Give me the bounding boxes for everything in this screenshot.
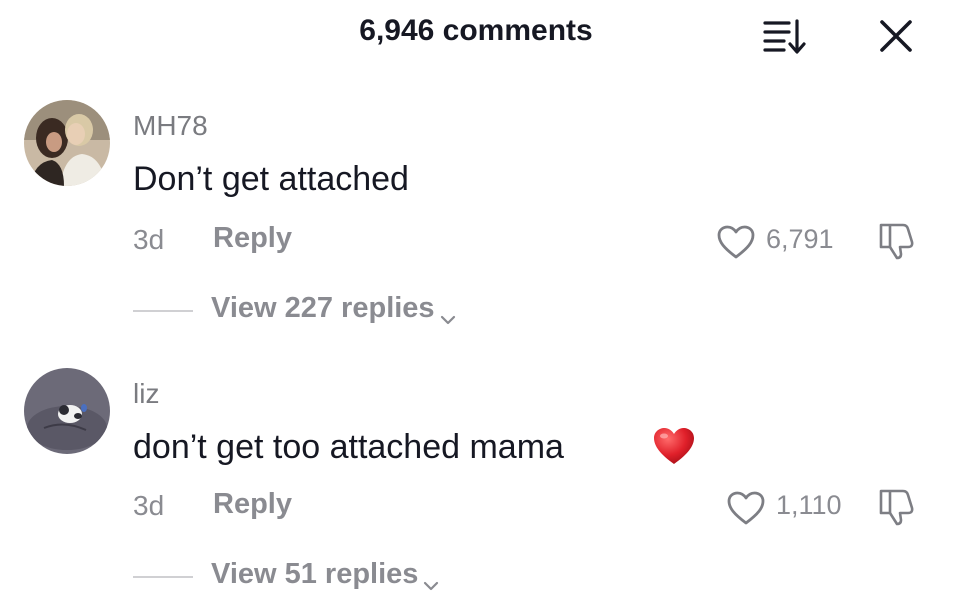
avatar[interactable] — [24, 368, 110, 454]
like-count: 1,110 — [776, 490, 842, 520]
chevron-down-icon — [422, 568, 440, 591]
comment-username[interactable]: liz — [133, 378, 159, 410]
divider — [133, 576, 193, 578]
heart-outline-icon[interactable] — [726, 490, 766, 526]
reply-button[interactable]: Reply — [213, 488, 292, 521]
view-replies-label: View 51 replies — [211, 558, 419, 590]
comment-item: liz don’t get too attached mama 3d Reply… — [0, 0, 967, 606]
comment-time: 3d — [133, 490, 165, 521]
thumbs-down-icon[interactable] — [876, 486, 918, 526]
red-heart-emoji — [652, 425, 696, 467]
comment-text: don’t get too attached mama — [133, 428, 564, 466]
view-replies-button[interactable]: View 51 replies — [211, 558, 440, 591]
